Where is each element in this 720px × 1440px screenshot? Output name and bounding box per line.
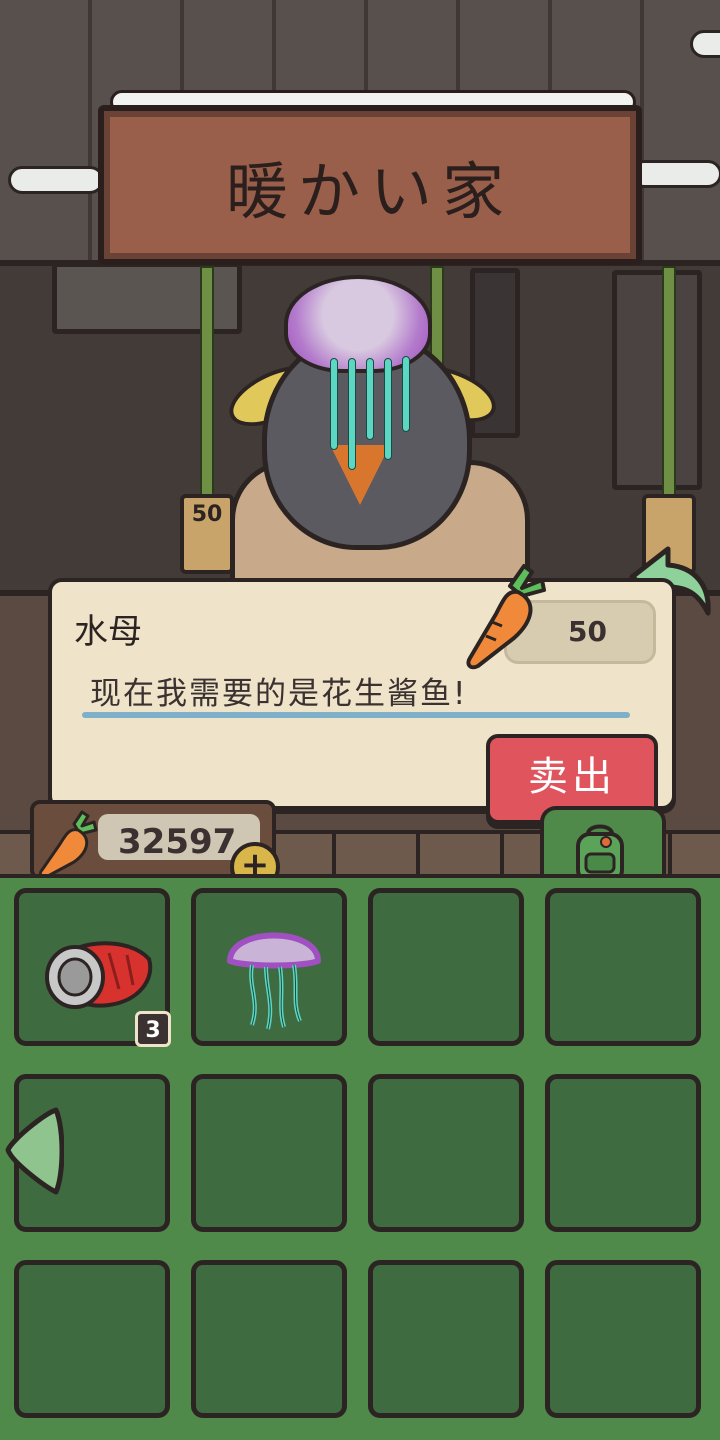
inventory-slot[interactable] [545,1260,701,1418]
jellyfish-tentacle [330,358,338,450]
item-count-badge: 3 [135,1011,171,1047]
item-quote: 现在我需要的是花生酱鱼! [90,676,468,712]
shopkeeper-beak [330,445,390,505]
jellyfish-icon [222,917,326,1037]
hanging-rope [662,266,676,500]
inventory-slot[interactable] [368,1260,524,1418]
snow-patch [630,160,720,188]
item-price: 50 [568,615,607,648]
price-tag-label: 50 [191,502,223,527]
inventory-slot[interactable] [545,888,701,1046]
item-dialog: 水母 50 现在我需要的是花生酱鱼! 卖出 [48,564,676,824]
quote-underline [82,712,630,718]
inventory-slot[interactable] [14,1260,170,1418]
left-arrow-icon[interactable] [4,1104,65,1198]
inventory-slot[interactable] [191,1260,347,1418]
jellyfish-tentacle [366,358,374,440]
crushed-can-icon [39,929,159,1023]
jellyfish-tentacle [384,358,392,460]
inventory-slot[interactable]: 3 [14,888,171,1047]
wall-shelf [612,270,702,490]
item-name: 水母 [74,612,142,652]
hanging-rope [200,266,214,500]
inventory-slot[interactable] [368,888,524,1046]
carrot-icon [36,810,100,880]
shop-sign-text: 暖かい家 [225,155,514,228]
inventory-slot[interactable] [545,1074,701,1232]
carrot-icon [462,562,552,672]
inventory-slot[interactable] [191,888,347,1046]
inventory-slot[interactable] [368,1074,524,1232]
jellyfish-tentacle [348,358,356,470]
jellyfish-tentacle [402,356,410,432]
currency-amount: 32597 [118,822,237,862]
snow-patch [8,166,104,194]
game-screen: 暖かい家 50 80 水母 50 现在我需要的是花生酱鱼! [0,0,720,1440]
price-tag: 50 [180,494,234,574]
inventory-slot[interactable] [191,1074,347,1232]
snow-patch [690,30,720,58]
shop-sign: 暖かい家 [98,105,642,265]
